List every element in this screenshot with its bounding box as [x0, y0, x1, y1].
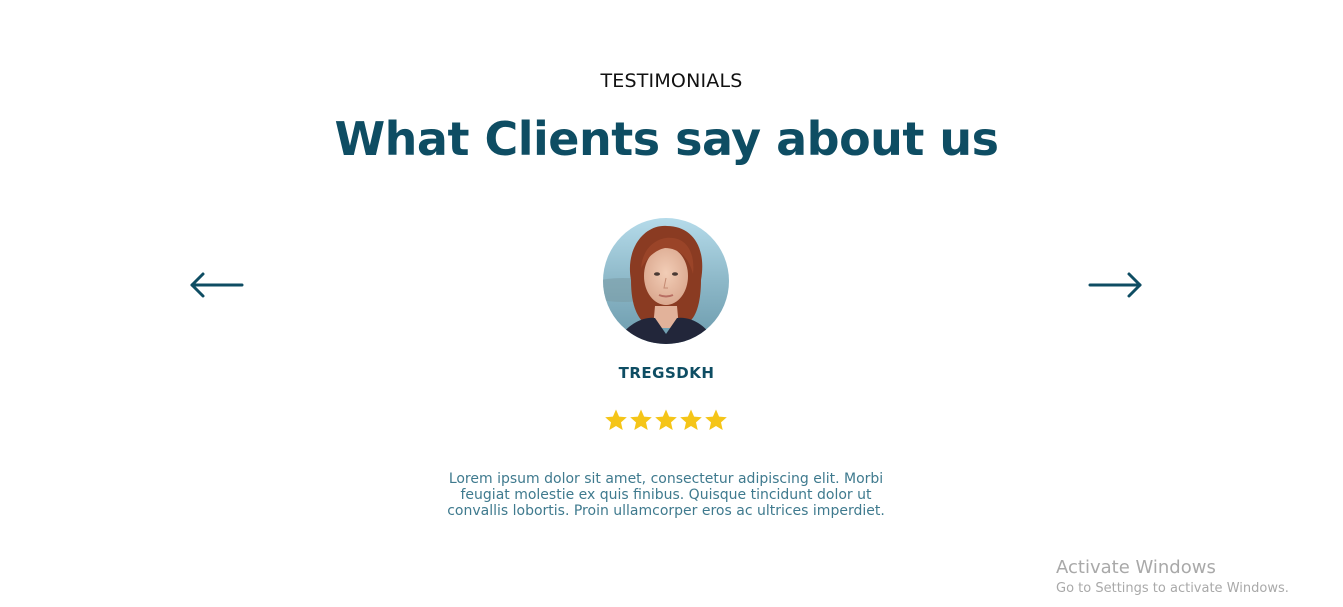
star-icon — [680, 409, 702, 430]
arrow-left-icon — [190, 272, 244, 298]
section-eyebrow: TESTIMONIALS — [600, 70, 743, 92]
watermark-subtitle: Go to Settings to activate Windows. — [1056, 581, 1289, 596]
section-title: What Clients say about us — [334, 112, 999, 166]
windows-activation-watermark: Activate Windows Go to Settings to activ… — [1056, 557, 1289, 599]
star-icon — [630, 409, 652, 430]
testimonial-text: Lorem ipsum dolor sit amet, consectetur … — [447, 471, 885, 519]
star-icon — [705, 409, 727, 430]
watermark-title: Activate Windows — [1056, 557, 1216, 578]
star-icon — [605, 409, 627, 430]
client-name: TREGSDKH — [618, 364, 715, 382]
star-icon — [655, 409, 677, 430]
client-avatar — [603, 218, 729, 344]
next-testimonial-button[interactable] — [1087, 270, 1143, 300]
testimonials-section: TESTIMONIALS What Clients say about us T… — [0, 0, 1343, 607]
prev-testimonial-button[interactable] — [189, 270, 245, 300]
arrow-right-icon — [1088, 272, 1142, 298]
rating-stars — [604, 408, 728, 438]
